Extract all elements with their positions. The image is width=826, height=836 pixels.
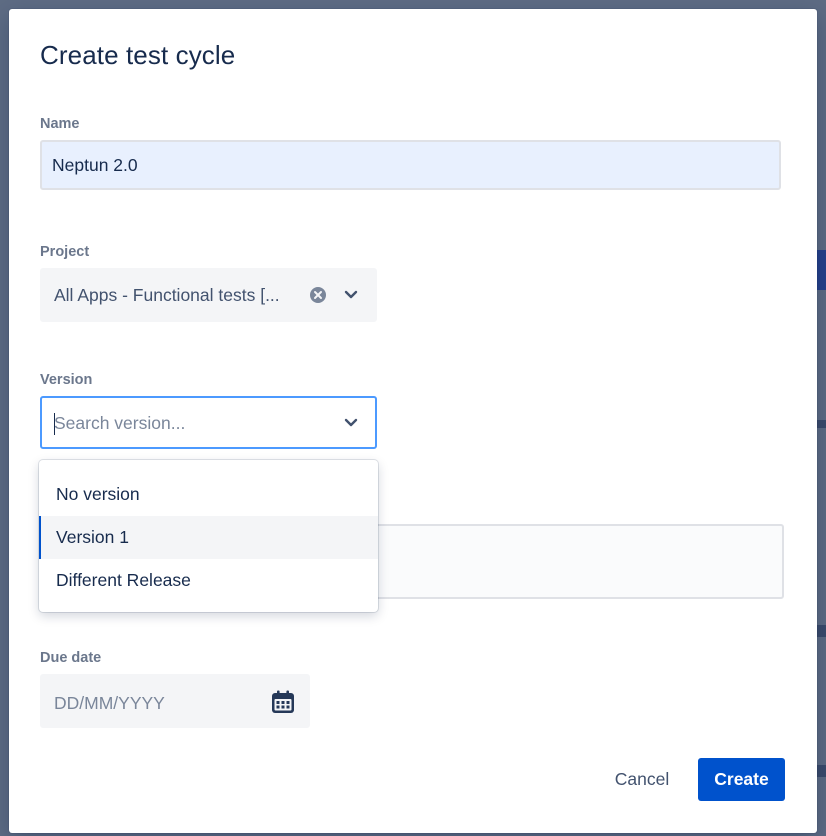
version-option[interactable]: No version (39, 473, 378, 516)
version-select[interactable] (40, 396, 377, 449)
version-search-input[interactable] (54, 410, 314, 436)
create-test-cycle-dialog: Create test cycle Name Project All Apps … (9, 9, 817, 833)
due-date-field[interactable] (40, 674, 310, 728)
due-date-label: Due date (40, 650, 102, 666)
dialog-title: Create test cycle (40, 40, 236, 70)
version-option[interactable]: Different Release (39, 559, 378, 602)
version-label: Version (40, 372, 93, 388)
chevron-down-icon[interactable] (343, 288, 359, 307)
cancel-button[interactable]: Cancel (599, 758, 685, 800)
background-page-element (817, 420, 826, 428)
chevron-down-icon[interactable] (343, 416, 359, 435)
background-page-element (817, 765, 826, 777)
name-input[interactable] (40, 140, 781, 190)
project-select[interactable]: All Apps - Functional tests [... (40, 268, 377, 322)
project-select-value: All Apps - Functional tests [... (54, 285, 280, 305)
due-date-input[interactable] (54, 690, 254, 716)
version-dropdown-menu: No version Version 1 Different Release (39, 460, 378, 612)
version-option-highlighted[interactable]: Version 1 (39, 516, 378, 559)
background-page-element (817, 625, 826, 637)
name-label: Name (40, 116, 80, 132)
background-page-element (817, 250, 826, 290)
clear-circle-icon[interactable] (309, 286, 327, 309)
project-label: Project (40, 244, 90, 260)
text-cursor (54, 413, 55, 435)
calendar-icon[interactable] (270, 689, 296, 720)
create-button[interactable]: Create (698, 758, 785, 801)
